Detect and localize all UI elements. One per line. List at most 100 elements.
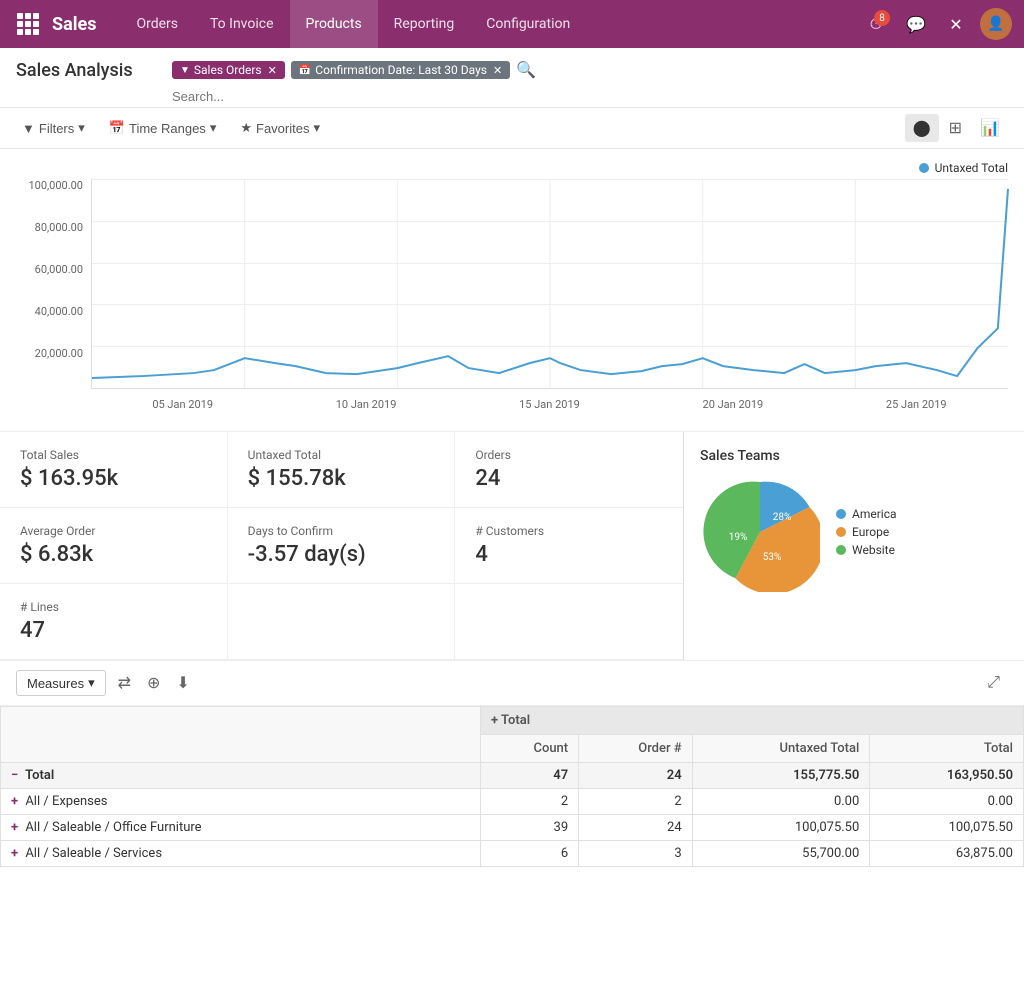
stat-avg-value: $ 6.83k — [20, 542, 207, 567]
services-order: 3 — [579, 841, 693, 867]
stats-area: Total Sales $ 163.95k Untaxed Total $ 15… — [0, 432, 1024, 661]
bar-view-button[interactable]: 📊 — [972, 114, 1008, 142]
navbar: Sales Orders To Invoice Products Reporti… — [0, 0, 1024, 48]
legend-europe: Europe — [836, 525, 897, 539]
total-total: 163,950.50 — [870, 763, 1024, 789]
stat-customers: # Customers 4 — [455, 508, 683, 584]
nav-to-invoice[interactable]: To Invoice — [194, 0, 290, 48]
expand-services-icon[interactable]: + — [11, 846, 18, 861]
measures-button[interactable]: Measures ▾ — [16, 670, 106, 696]
america-label: America — [852, 507, 897, 521]
main-content: Sales Analysis ▼ Sales Orders ✕ 📅 Confir… — [0, 48, 1024, 983]
time-ranges-button[interactable]: 📅 Time Ranges ▾ — [103, 116, 223, 140]
search-button[interactable]: 🔍 — [516, 60, 536, 80]
stat-days-label: Days to Confirm — [248, 524, 435, 538]
chart-container: 100,000.00 80,000.00 60,000.00 40,000.00… — [16, 179, 1008, 419]
legend-website: Website — [836, 543, 897, 557]
col-order: Order # — [579, 735, 693, 763]
favorites-button[interactable]: ★ Favorites ▾ — [234, 116, 326, 140]
website-label: Website — [852, 543, 895, 557]
download-icon[interactable]: ⬇ — [172, 669, 193, 697]
furniture-untaxed: 100,075.50 — [692, 815, 870, 841]
stat-days-value: -3.57 day(s) — [248, 542, 435, 567]
chart-yaxis: 100,000.00 80,000.00 60,000.00 40,000.00… — [16, 179, 91, 389]
page-header: Sales Analysis ▼ Sales Orders ✕ 📅 Confir… — [0, 48, 1024, 108]
time-ranges-label: Time Ranges — [129, 121, 206, 136]
nav-products[interactable]: Products — [290, 0, 378, 48]
settings-icon[interactable]: ✕ — [940, 8, 972, 40]
filter-icon: ▼ — [180, 65, 190, 76]
yaxis-80k: 80,000.00 — [35, 221, 83, 234]
nav-reporting[interactable]: Reporting — [378, 0, 471, 48]
avatar[interactable]: 👤 — [980, 8, 1012, 40]
grid-menu-icon[interactable] — [12, 8, 44, 40]
sales-teams-title: Sales Teams — [700, 448, 1008, 464]
stat-lines: # Lines 47 — [0, 584, 228, 660]
bottom-toolbar: Measures ▾ ⇄ ⊕ ⬇ ⤢ — [0, 661, 1024, 706]
search-area: ▼ Sales Orders ✕ 📅 Confirmation Date: La… — [172, 60, 1008, 107]
page-title: Sales Analysis — [16, 60, 156, 93]
svg-text:19%: 19% — [729, 532, 748, 543]
search-input-row — [172, 86, 1008, 107]
expand-all-icon[interactable]: ⊕ — [143, 669, 164, 697]
expand-expenses-icon[interactable]: + — [11, 794, 18, 809]
data-table: + + Total Total Count Order # Untaxed To… — [0, 706, 1024, 867]
filter-tags: ▼ Sales Orders ✕ 📅 Confirmation Date: La… — [172, 60, 1008, 80]
stat-lines-label: # Lines — [20, 600, 207, 614]
expand-furniture-icon[interactable]: + — [11, 820, 18, 835]
chart-view-button[interactable]: ⬤ — [905, 114, 939, 142]
columns-icon[interactable]: ⇄ — [114, 669, 135, 697]
total-order: 24 — [579, 763, 693, 789]
table-view-button[interactable]: ⊞ — [941, 114, 970, 142]
collapse-icon[interactable]: − — [11, 768, 18, 783]
expenses-untaxed: 0.00 — [692, 789, 870, 815]
legend-label: Untaxed Total — [935, 161, 1008, 175]
app-brand: Sales — [52, 14, 96, 35]
legend-dot — [919, 163, 929, 173]
website-dot — [836, 545, 846, 555]
search-input[interactable] — [172, 86, 372, 107]
legend-america: America — [836, 507, 897, 521]
fullscreen-button[interactable]: ⤢ — [979, 670, 1008, 696]
sales-teams-panel: Sales Teams 28% 53% 19% — [684, 432, 1024, 660]
stat-empty-2 — [455, 584, 683, 660]
services-count: 6 — [481, 841, 579, 867]
filter-date-label: Confirmation Date: Last 30 Days — [315, 63, 487, 77]
furniture-label: + All / Saleable / Office Furniture — [1, 815, 481, 841]
nav-menu: Orders To Invoice Products Reporting Con… — [120, 0, 860, 48]
pie-area: 28% 53% 19% America Europe Websi — [700, 472, 1008, 592]
nav-orders[interactable]: Orders — [120, 0, 194, 48]
xaxis-jan25: 25 Jan 2019 — [886, 398, 947, 411]
line-chart-svg — [92, 179, 1008, 388]
filter-remove-icon[interactable]: ✕ — [268, 64, 277, 77]
expenses-count: 2 — [481, 789, 579, 815]
stat-avg-label: Average Order — [20, 524, 207, 538]
calendar2-icon: 📅 — [109, 120, 125, 136]
xaxis-jan5: 05 Jan 2019 — [152, 398, 213, 411]
chart-xaxis: 05 Jan 2019 10 Jan 2019 15 Jan 2019 20 J… — [91, 389, 1008, 419]
furniture-total: 100,075.50 — [870, 815, 1024, 841]
nav-configuration[interactable]: Configuration — [470, 0, 586, 48]
filter-tag-sales-orders[interactable]: ▼ Sales Orders ✕ — [172, 61, 285, 79]
row-header-empty — [1, 707, 481, 763]
europe-label: Europe — [852, 525, 889, 539]
favorites-label: Favorites — [256, 121, 309, 136]
filter-tag-date[interactable]: 📅 Confirmation Date: Last 30 Days ✕ — [291, 61, 510, 79]
stats-grid: Total Sales $ 163.95k Untaxed Total $ 15… — [0, 432, 684, 660]
col-total: Total — [870, 735, 1024, 763]
filter-date-remove-icon[interactable]: ✕ — [493, 64, 502, 77]
chart-area: Untaxed Total 100,000.00 80,000.00 60,00… — [0, 149, 1024, 432]
expenses-total: 0.00 — [870, 789, 1024, 815]
stat-orders: Orders 24 — [455, 432, 683, 508]
navbar-right: ⏱ 8 💬 ✕ 👤 — [860, 8, 1012, 40]
pie-chart-svg: 28% 53% 19% — [700, 472, 820, 592]
furniture-order: 24 — [579, 815, 693, 841]
chat-icon[interactable]: 💬 — [900, 8, 932, 40]
filters-button[interactable]: ▼ Filters ▾ — [16, 116, 91, 140]
table-row-services: + All / Saleable / Services 6 3 55,700.0… — [1, 841, 1024, 867]
stat-customers-label: # Customers — [475, 524, 663, 538]
services-untaxed: 55,700.00 — [692, 841, 870, 867]
stat-orders-label: Orders — [475, 448, 663, 462]
stat-total-sales-label: Total Sales — [20, 448, 207, 462]
clock-icon[interactable]: ⏱ 8 — [860, 8, 892, 40]
